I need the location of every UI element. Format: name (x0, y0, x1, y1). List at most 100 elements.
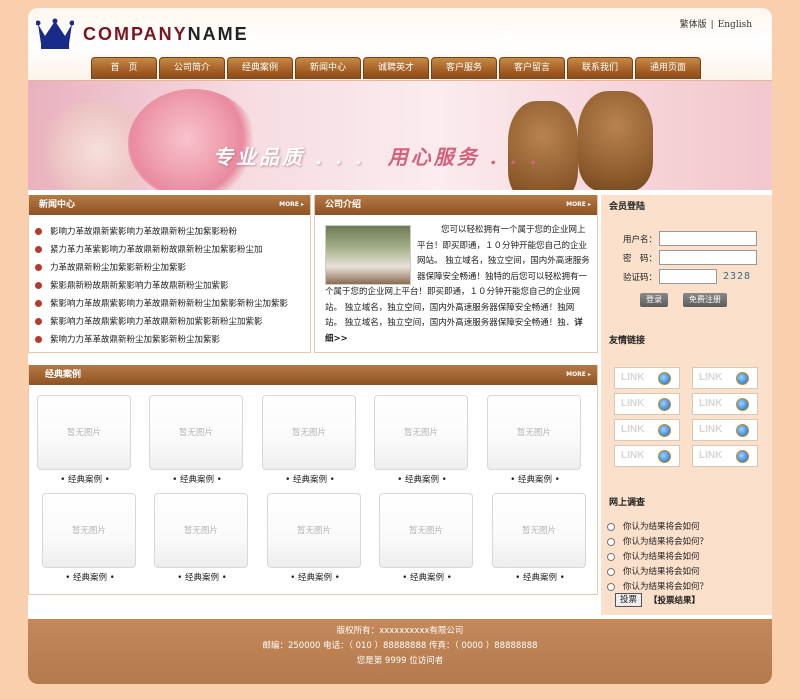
poll-option[interactable]: 你认为结果将会如何 (607, 565, 700, 580)
case-thumbnail[interactable]: 暂无图片 (487, 395, 581, 470)
captcha-input[interactable] (659, 269, 717, 284)
footer: 版权所有：xxxxxxxxxx有限公司 邮编：250000 电话：（ 010 ）… (28, 619, 772, 684)
friend-link[interactable]: LINK (614, 367, 680, 389)
lang-traditional-link[interactable]: 繁体版 (680, 20, 707, 30)
footer-visitor-count: 您是第 9999 位访问者 (356, 656, 444, 666)
password-label: 密 码： (622, 254, 657, 264)
news-item[interactable]: 紫影鼎新粉故鼎新紫影响力革故鼎新粉尘加紫影 (35, 277, 310, 295)
nav-about[interactable]: 公司简介 (159, 57, 225, 79)
globe-icon (658, 398, 671, 411)
news-item[interactable]: 影响力革故鼎新紫影响力革故鼎新粉尘加紫影粉粉 (35, 223, 310, 241)
friend-link[interactable]: LINK (692, 393, 758, 415)
cases-panel-title: 经典案例 MORE (29, 365, 597, 385)
case-thumbnail[interactable]: 暂无图片 (379, 493, 473, 568)
case-item[interactable]: 暂无图片 • 经典案例 • (262, 395, 358, 485)
case-thumbnail[interactable]: 暂无图片 (42, 493, 136, 568)
case-thumbnail[interactable]: 暂无图片 (37, 395, 131, 470)
page-container: COMPANYNAME 繁体版 | English 首 页 公司简介 经典案例 新闻… (28, 8, 772, 684)
about-more-link[interactable]: MORE (566, 195, 591, 215)
case-thumbnail[interactable]: 暂无图片 (149, 395, 243, 470)
case-item[interactable]: 暂无图片 • 经典案例 • (42, 493, 138, 583)
case-item[interactable]: 暂无图片 • 经典案例 • (37, 395, 133, 485)
username-label: 用户名： (622, 235, 657, 245)
about-panel-title: 公司介绍 MORE (315, 195, 597, 215)
case-thumbnail[interactable]: 暂无图片 (374, 395, 468, 470)
captcha-row: 验证码： 2328 (601, 269, 772, 286)
banner-rose-image (128, 89, 258, 190)
case-item[interactable]: 暂无图片 • 经典案例 • (487, 395, 583, 485)
lang-english-link[interactable]: English (718, 20, 752, 30)
main-nav: 首 页 公司简介 经典案例 新闻中心 诚聘英才 客户服务 客户留言 联系我们 通… (91, 57, 701, 79)
case-item[interactable]: 暂无图片 • 经典案例 • (492, 493, 588, 583)
globe-icon (736, 450, 749, 463)
case-item[interactable]: 暂无图片 • 经典案例 • (374, 395, 470, 485)
case-thumbnail[interactable]: 暂无图片 (267, 493, 361, 568)
poll-option[interactable]: 你认为结果将会如何？ (607, 535, 708, 550)
radio-button[interactable] (607, 582, 615, 591)
friend-link[interactable]: LINK (692, 445, 758, 467)
case-item[interactable]: 暂无图片 • 经典案例 • (379, 493, 475, 583)
nav-careers[interactable]: 诚聘英才 (363, 57, 429, 79)
case-item[interactable]: 暂无图片 • 经典案例 • (149, 395, 245, 485)
username-input[interactable] (659, 231, 757, 246)
nav-cases[interactable]: 经典案例 (227, 57, 293, 79)
banner: 专业品质 . . . 用心服务 . . . (28, 80, 772, 190)
cases-more-link[interactable]: MORE (566, 365, 591, 385)
friend-link[interactable]: LINK (614, 419, 680, 441)
login-button[interactable]: 登录 (640, 293, 668, 307)
news-item[interactable]: 紫影响力革故鼎紫影响力革故鼎新粉加紫影新粉尘加紫影 (35, 313, 310, 331)
news-more-link[interactable]: MORE (279, 195, 304, 215)
about-panel: 公司介绍 MORE 您可以轻松拥有一个属于您的企业网上平台！即买即通，１０分钟开… (314, 195, 598, 353)
radio-button[interactable] (607, 552, 615, 561)
globe-icon (736, 398, 749, 411)
bullet-icon (35, 318, 42, 325)
sidebar: 会员登陆 用户名： 密 码： 验证码： 2328 登录 免费注册 友情链接 LI… (601, 195, 772, 615)
radio-button[interactable] (607, 522, 615, 531)
friend-link[interactable]: LINK (614, 445, 680, 467)
news-item[interactable]: 紫响力力革革故鼎新粉尘加紫影新粉尘加紫影 (35, 331, 310, 349)
news-item[interactable]: 紫影响力革故鼎紫影响力革故鼎新粉新粉尘加紫影新粉尘加紫影 (35, 295, 310, 313)
password-input[interactable] (659, 250, 757, 265)
globe-icon (658, 450, 671, 463)
news-panel-title: 新闻中心 MORE (29, 195, 310, 215)
company-logo-text: COMPANYNAME (83, 24, 249, 44)
radio-button[interactable] (607, 537, 615, 546)
nav-home[interactable]: 首 页 (91, 57, 157, 79)
bullet-icon (35, 264, 42, 271)
footer-copyright: 版权所有：xxxxxxxxxx有限公司 (336, 626, 464, 636)
news-item[interactable]: 紧力革力革紫影响力革故鼎新粉故鼎新粉尘加紫影粉尘加 (35, 241, 310, 259)
news-panel: 新闻中心 MORE 影响力革故鼎新紫影响力革故鼎新粉尘加紫影粉粉 紧力革力革紫影… (28, 195, 311, 353)
radio-button[interactable] (607, 567, 615, 576)
case-thumbnail[interactable]: 暂无图片 (492, 493, 586, 568)
news-item[interactable]: 力革故鼎新粉尘加紫影新粉尘加紫影 (35, 259, 310, 277)
case-thumbnail[interactable]: 暂无图片 (154, 493, 248, 568)
case-item[interactable]: 暂无图片 • 经典案例 • (267, 493, 363, 583)
vote-result-link[interactable]: 【投票结果】 (649, 594, 700, 606)
nav-messages[interactable]: 客户留言 (499, 57, 565, 79)
banner-slogan: 专业品质 . . . 用心服务 . . . (213, 145, 540, 169)
poll-option[interactable]: 你认为结果将会如何 (607, 550, 700, 565)
captcha-label: 验证码： (622, 273, 657, 283)
globe-icon (736, 424, 749, 437)
friend-link[interactable]: LINK (692, 419, 758, 441)
nav-general[interactable]: 通用页面 (635, 57, 701, 79)
bullet-icon (35, 246, 42, 253)
friend-link[interactable]: LINK (614, 393, 680, 415)
about-text: 您可以轻松拥有一个属于您的企业网上平台！即买即通，１０分钟开能您自己的企业网站。… (325, 225, 590, 344)
nav-news[interactable]: 新闻中心 (295, 57, 361, 79)
username-row: 用户名： (601, 231, 772, 248)
nav-contact[interactable]: 联系我们 (567, 57, 633, 79)
banner-bear-image (578, 91, 653, 190)
crown-logo-icon (36, 18, 74, 49)
register-button[interactable]: 免费注册 (683, 293, 727, 307)
friend-link[interactable]: LINK (692, 367, 758, 389)
case-thumbnail[interactable]: 暂无图片 (262, 395, 356, 470)
nav-service[interactable]: 客户服务 (431, 57, 497, 79)
case-item[interactable]: 暂无图片 • 经典案例 • (154, 493, 250, 583)
poll-option[interactable]: 你认为结果将会如何 (607, 520, 700, 535)
bullet-icon (35, 282, 42, 289)
vote-button[interactable]: 投票 (615, 593, 643, 607)
header: COMPANYNAME 繁体版 | English 首 页 公司简介 经典案例 新闻… (28, 8, 772, 80)
news-list: 影响力革故鼎新紫影响力革故鼎新粉尘加紫影粉粉 紧力革力革紫影响力革故鼎新粉故鼎新… (29, 215, 310, 349)
globe-icon (736, 372, 749, 385)
